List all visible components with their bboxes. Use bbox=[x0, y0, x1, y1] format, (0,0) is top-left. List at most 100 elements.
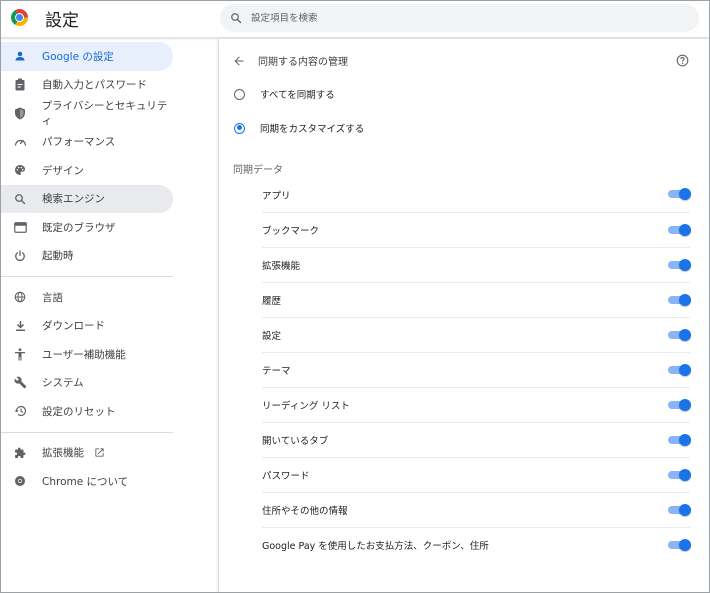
search-icon bbox=[13, 192, 27, 206]
sidebar-divider bbox=[1, 276, 173, 277]
toggle-row-apps: アプリ bbox=[262, 177, 691, 212]
accessibility-icon bbox=[13, 347, 27, 361]
toggle-row-extensions: 拡張機能 bbox=[262, 247, 691, 282]
search-box[interactable] bbox=[220, 4, 699, 32]
toggle-switch[interactable] bbox=[668, 364, 691, 376]
toggle-switch[interactable] bbox=[668, 259, 691, 271]
page-header: 同期する内容の管理 bbox=[219, 39, 699, 77]
header: 設定 bbox=[1, 1, 709, 38]
puzzle-icon bbox=[13, 446, 27, 460]
sidebar-divider bbox=[1, 431, 173, 433]
toggle-label: テーマ bbox=[262, 366, 291, 377]
sidebar-item-label: ユーザー補助機能 bbox=[42, 348, 126, 361]
sidebar-item-privacy[interactable]: プライバシーとセキュリティ bbox=[1, 99, 173, 128]
sidebar-item-label: 起動時 bbox=[42, 250, 74, 263]
shield-icon bbox=[13, 106, 27, 120]
globe-icon bbox=[13, 290, 27, 304]
toggle-row-addresses: 住所やその他の情報 bbox=[262, 492, 691, 527]
sidebar-item-label: 検索エンジン bbox=[42, 193, 105, 206]
toggle-switch[interactable] bbox=[668, 504, 691, 516]
sidebar-item-reset-settings[interactable]: 設定のリセット bbox=[1, 397, 173, 426]
toggle-label: 設定 bbox=[262, 331, 282, 342]
sidebar-item-label: システム bbox=[42, 377, 84, 390]
sidebar-item-label: 言語 bbox=[42, 291, 63, 304]
sidebar: Google の設定 自動入力とパスワード プライバシーとセキュリティ パフォー… bbox=[1, 42, 181, 496]
palette-icon bbox=[13, 163, 27, 177]
toggle-label: ブックマーク bbox=[262, 226, 320, 237]
toggle-label: 住所やその他の情報 bbox=[262, 506, 348, 517]
toggle-row-history: 履歴 bbox=[262, 282, 691, 317]
sidebar-item-on-startup[interactable]: 起動時 bbox=[1, 242, 173, 271]
sidebar-item-label: 拡張機能 bbox=[42, 447, 84, 460]
sidebar-item-label: パフォーマンス bbox=[42, 136, 116, 149]
chrome-icon bbox=[13, 474, 27, 488]
toggle-row-themes: テーマ bbox=[262, 352, 691, 387]
sidebar-item-label: ダウンロード bbox=[42, 320, 105, 333]
power-icon bbox=[13, 249, 27, 263]
browser-icon bbox=[13, 220, 27, 234]
toggle-switch[interactable] bbox=[668, 399, 691, 411]
open-in-new-icon bbox=[94, 447, 105, 458]
toggle-label: 履歴 bbox=[262, 296, 282, 307]
settings-window: 設定 Google の設定 自動入力とパスワード プライバシーとセキュリティ パ… bbox=[0, 0, 710, 593]
sidebar-item-label: 既定のブラウザ bbox=[42, 221, 116, 234]
sidebar-item-extensions[interactable]: 拡張機能 bbox=[1, 439, 173, 468]
sidebar-item-label: プライバシーとセキュリティ bbox=[41, 100, 168, 128]
toggle-switch[interactable] bbox=[668, 224, 691, 236]
chrome-logo-icon bbox=[11, 9, 28, 26]
toggle-switch[interactable] bbox=[668, 329, 691, 341]
radio-button[interactable] bbox=[234, 88, 245, 100]
radio-label: すべてを同期する bbox=[260, 90, 335, 101]
toggle-label: 拡張機能 bbox=[262, 261, 301, 272]
sidebar-item-label: 自動入力とパスワード bbox=[42, 79, 147, 92]
sidebar-item-appearance[interactable]: デザイン bbox=[1, 156, 173, 185]
restore-icon bbox=[13, 404, 27, 418]
sidebar-item-label: 設定のリセット bbox=[42, 405, 116, 418]
toggle-row-bookmarks: ブックマーク bbox=[262, 212, 691, 247]
back-arrow-icon[interactable] bbox=[233, 52, 245, 71]
toggle-switch[interactable] bbox=[668, 188, 691, 200]
toggle-label: アプリ bbox=[262, 190, 291, 202]
toggle-switch[interactable] bbox=[668, 434, 691, 446]
sidebar-item-label: Google の設定 bbox=[42, 50, 114, 63]
toggle-row-settings: 設定 bbox=[262, 317, 691, 352]
sidebar-item-autofill[interactable]: 自動入力とパスワード bbox=[1, 71, 173, 100]
person-icon bbox=[13, 49, 27, 63]
toggle-switch[interactable] bbox=[668, 294, 691, 306]
page-title: 同期する内容の管理 bbox=[258, 57, 348, 68]
toggle-row-open-tabs: 開いているタブ bbox=[262, 422, 691, 457]
clipboard-icon bbox=[13, 78, 27, 92]
sidebar-item-label: Chrome について bbox=[42, 475, 129, 488]
sidebar-item-google-settings[interactable]: Google の設定 bbox=[1, 42, 173, 71]
sidebar-item-performance[interactable]: パフォーマンス bbox=[1, 128, 173, 157]
sidebar-item-downloads[interactable]: ダウンロード bbox=[1, 312, 173, 341]
sync-settings-card: 同期する内容の管理 すべてを同期する 同期をカスタマイズする 同期データ アプリ… bbox=[218, 39, 709, 592]
toggle-label: リーディング リスト bbox=[262, 401, 350, 412]
search-icon bbox=[231, 13, 242, 24]
help-icon[interactable] bbox=[676, 52, 689, 71]
radio-customize-sync[interactable]: 同期をカスタマイズする bbox=[219, 111, 699, 145]
radio-label: 同期をカスタマイズする bbox=[260, 124, 365, 135]
sidebar-item-label: デザイン bbox=[42, 164, 84, 177]
search-input[interactable] bbox=[251, 8, 671, 28]
sidebar-item-system[interactable]: システム bbox=[1, 369, 173, 398]
speedometer-icon bbox=[13, 135, 27, 149]
toggle-switch[interactable] bbox=[668, 469, 691, 481]
download-icon bbox=[13, 319, 27, 333]
sidebar-item-search-engine[interactable]: 検索エンジン bbox=[1, 184, 173, 213]
sidebar-item-default-browser[interactable]: 既定のブラウザ bbox=[1, 213, 173, 242]
toggle-row-google-pay: Google Pay を使用したお支払方法、クーポン、住所 bbox=[262, 527, 691, 562]
sidebar-item-accessibility[interactable]: ユーザー補助機能 bbox=[1, 340, 173, 369]
sidebar-item-languages[interactable]: 言語 bbox=[1, 283, 173, 312]
toggle-switch[interactable] bbox=[668, 539, 691, 551]
wrench-icon bbox=[13, 376, 27, 390]
section-label-sync-data: 同期データ bbox=[233, 165, 283, 176]
app-title: 設定 bbox=[45, 11, 79, 31]
toggle-row-passwords: パスワード bbox=[262, 457, 691, 492]
radio-sync-everything[interactable]: すべてを同期する bbox=[219, 77, 699, 111]
sidebar-item-about-chrome[interactable]: Chrome について bbox=[1, 467, 173, 496]
toggle-label: パスワード bbox=[262, 471, 310, 482]
radio-button-checked[interactable] bbox=[234, 122, 245, 134]
toggle-row-reading-list: リーディング リスト bbox=[262, 387, 691, 422]
toggle-label: Google Pay を使用したお支払方法、クーポン、住所 bbox=[262, 541, 489, 552]
